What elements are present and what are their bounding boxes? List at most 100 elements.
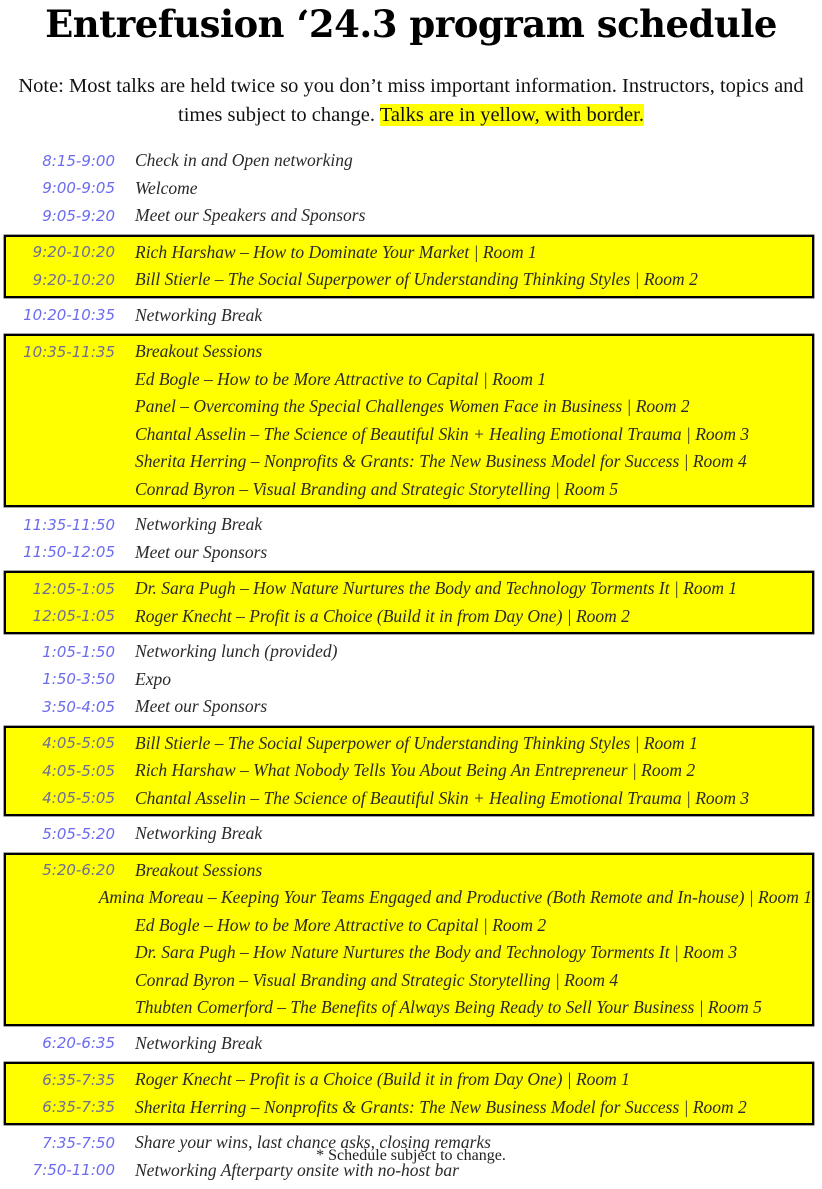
schedule-block: 6:20-6:35 Networking Break	[4, 1026, 814, 1062]
time-slot: 1:05-1:50	[42, 642, 115, 661]
schedule-row: 3:50-4:05 Meet our Sponsors	[6, 693, 812, 721]
session-description: Dr. Sara Pugh – How Nature Nurtures the …	[135, 942, 738, 963]
session-description: Thubten Comerford – The Benefits of Alwa…	[135, 997, 762, 1018]
session-description: Rich Harshaw – What Nobody Tells You Abo…	[135, 760, 696, 781]
session-description: Meet our Sponsors	[135, 696, 268, 717]
talk-block: 9:20-10:20 Rich Harshaw – How to Dominate…	[4, 234, 814, 298]
time-slot: 9:05-9:20	[42, 206, 115, 225]
time-slot: 3:50-4:05	[42, 697, 115, 716]
time-slot: 6:35-7:35	[42, 1070, 115, 1089]
session-description: Breakout Sessions	[135, 859, 263, 880]
session-description: Rich Harshaw – How to Dominate Your Mark…	[135, 241, 537, 262]
schedule-row: Conrad Byron – Visual Branding and Strat…	[6, 476, 812, 504]
session-description: Ed Bogle – How to be More Attractive to …	[135, 368, 547, 389]
talk-block: 4:05-5:05 Bill Stierle – The Social Super…	[4, 725, 814, 816]
schedule-block: 8:15-9:00 Check in and Open networking 9:0…	[4, 143, 814, 234]
schedule-row: 6:20-6:35 Networking Break	[6, 1030, 812, 1058]
schedule-row: Sherita Herring – Nonprofits & Grants: T…	[6, 448, 812, 476]
session-description: Breakout Sessions	[135, 341, 263, 362]
session-description: Meet our Speakers and Sponsors	[135, 205, 366, 226]
time-slot: 9:20-10:20	[32, 243, 115, 262]
time-slot: 11:35-11:50	[23, 515, 115, 534]
schedule-row: 12:05-1:05 Dr. Sara Pugh – How Nature Nur…	[6, 575, 812, 603]
time-slot: 12:05-1:05	[32, 607, 115, 626]
schedule-block: 10:20-10:35 Networking Break	[4, 298, 814, 334]
session-description: Conrad Byron – Visual Branding and Strat…	[135, 478, 619, 499]
session-description: Meet our Sponsors	[135, 541, 268, 562]
schedule-row: 4:05-5:05 Rich Harshaw – What Nobody Tell…	[6, 757, 812, 785]
session-description: Networking lunch (provided)	[135, 641, 338, 662]
session-description: Bill Stierle – The Social Superpower of …	[135, 732, 698, 753]
schedule-row: 9:20-10:20 Rich Harshaw – How to Dominate…	[6, 239, 812, 267]
schedule-row: Chantal Asselin – The Science of Beautif…	[6, 421, 812, 449]
schedule-row: Ed Bogle – How to be More Attractive to …	[6, 912, 812, 940]
session-description: Networking Break	[135, 304, 263, 325]
time-slot: 1:50-3:50	[42, 670, 115, 689]
footer-note: * Schedule subject to change.	[316, 1147, 506, 1164]
time-slot: 5:05-5:20	[42, 824, 115, 843]
time-slot: 11:50-12:05	[23, 543, 115, 562]
session-description: Dr. Sara Pugh – How Nature Nurtures the …	[135, 578, 738, 599]
session-description: Sherita Herring – Nonprofits & Grants: T…	[135, 1096, 747, 1117]
schedule-row: 9:00-9:05 Welcome	[6, 175, 812, 203]
session-description: Bill Stierle – The Social Superpower of …	[135, 269, 698, 290]
schedule-row: Panel – Overcoming the Special Challenge…	[6, 393, 812, 421]
schedule-row: 5:05-5:20 Networking Break	[6, 820, 812, 848]
schedule-row: 10:20-10:35 Networking Break	[6, 302, 812, 330]
schedule-row: 4:05-5:05 Bill Stierle – The Social Super…	[6, 730, 812, 758]
time-slot: 12:05-1:05	[32, 579, 115, 598]
schedule-row: Ed Bogle – How to be More Attractive to …	[6, 366, 812, 394]
time-slot: 4:05-5:05	[42, 734, 115, 753]
session-description: Roger Knecht – Profit is a Choice (Build…	[135, 1069, 630, 1090]
session-description: Amina Moreau – Keeping Your Teams Engage…	[98, 887, 812, 908]
schedule-row: 11:35-11:50 Networking Break	[6, 511, 812, 539]
talk-block: 6:35-7:35 Roger Knecht – Profit is a Choi…	[4, 1062, 814, 1125]
time-slot: 6:35-7:35	[42, 1098, 115, 1117]
schedule-block: 5:05-5:20 Networking Break	[4, 816, 814, 852]
session-description: Networking Break	[135, 514, 263, 535]
schedule-row: 6:35-7:35 Sherita Herring – Nonprofits & …	[6, 1094, 812, 1122]
session-description: Networking Break	[135, 1032, 263, 1053]
time-slot: 8:15-9:00	[42, 151, 115, 170]
session-description: Chantal Asselin – The Science of Beautif…	[135, 423, 750, 444]
schedule-row: 5:20-6:20 Breakout Sessions	[6, 857, 812, 885]
schedule-row: 9:20-10:20 Bill Stierle – The Social Supe…	[6, 266, 812, 294]
schedule-row: 12:05-1:05 Roger Knecht – Profit is a Cho…	[6, 603, 812, 631]
schedule-note: Note: Most talks are held twice so you d…	[0, 72, 822, 130]
schedule-list: 8:15-9:00 Check in and Open networking 9:0…	[0, 143, 822, 1189]
schedule-row: 8:15-9:00 Check in and Open networking	[6, 147, 812, 175]
time-slot: 10:35-11:35	[23, 342, 115, 361]
schedule-row: 4:05-5:05 Chantal Asselin – The Science o…	[6, 785, 812, 813]
session-description: Networking Break	[135, 823, 263, 844]
time-slot: 10:20-10:35	[23, 306, 115, 325]
time-slot: 4:05-5:05	[42, 789, 115, 808]
time-slot: 9:00-9:05	[42, 179, 115, 198]
session-description: Welcome	[135, 177, 198, 198]
session-description: Ed Bogle – How to be More Attractive to …	[135, 914, 547, 935]
session-description: Check in and Open networking	[135, 150, 353, 171]
time-slot: 5:20-6:20	[42, 861, 115, 880]
note-highlight: Talks are in yellow, with border.	[379, 104, 644, 126]
schedule-row: 11:50-12:05 Meet our Sponsors	[6, 539, 812, 567]
session-description: Expo	[135, 668, 171, 689]
schedule-row: 1:50-3:50 Expo	[6, 666, 812, 694]
schedule-row: 9:05-9:20 Meet our Speakers and Sponsors	[6, 202, 812, 230]
schedule-block: 11:35-11:50 Networking Break 11:50-12:05 Me…	[4, 507, 814, 570]
time-slot: 6:20-6:35	[42, 1034, 115, 1053]
schedule-block: 1:05-1:50 Networking lunch (provided) 1:50…	[4, 634, 814, 725]
session-description: Panel – Overcoming the Special Challenge…	[135, 396, 690, 417]
session-description: Sherita Herring – Nonprofits & Grants: T…	[135, 451, 747, 472]
time-slot: 4:05-5:05	[42, 761, 115, 780]
time-slot: 9:20-10:20	[32, 270, 115, 289]
schedule-row: Amina Moreau – Keeping Your Teams Engage…	[6, 884, 812, 912]
schedule-row: 6:35-7:35 Roger Knecht – Profit is a Choi…	[6, 1066, 812, 1094]
session-description: Chantal Asselin – The Science of Beautif…	[135, 787, 750, 808]
schedule-row: Dr. Sara Pugh – How Nature Nurtures the …	[6, 939, 812, 967]
session-description: Conrad Byron – Visual Branding and Strat…	[135, 969, 619, 990]
talk-block: 5:20-6:20 Breakout Sessions Amina Moreau –…	[4, 852, 814, 1026]
schedule-row: Thubten Comerford – The Benefits of Alwa…	[6, 994, 812, 1022]
talk-block: 12:05-1:05 Dr. Sara Pugh – How Nature Nur…	[4, 571, 814, 634]
schedule-row: 1:05-1:50 Networking lunch (provided)	[6, 638, 812, 666]
talk-block: 10:35-11:35 Breakout Sessions Ed Bogle – H…	[4, 334, 814, 507]
schedule-row: 10:35-11:35 Breakout Sessions	[6, 338, 812, 366]
